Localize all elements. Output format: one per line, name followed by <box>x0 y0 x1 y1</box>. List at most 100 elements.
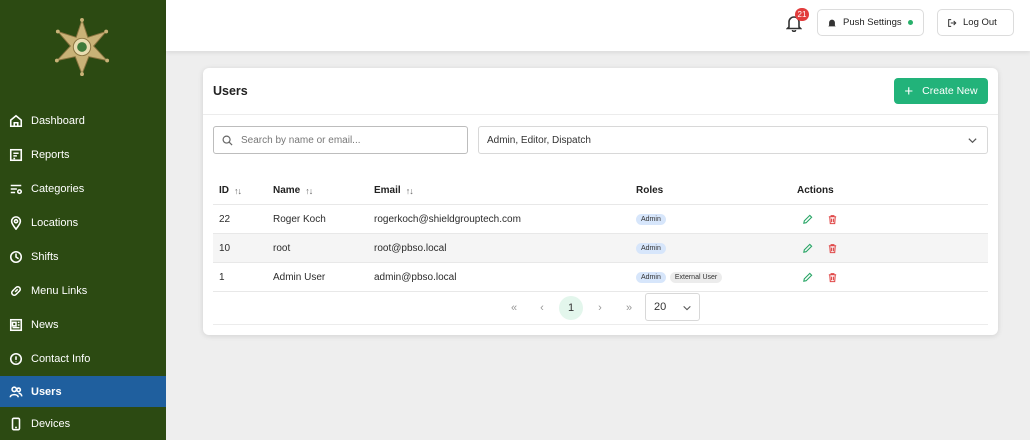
chevron-down-icon <box>968 138 977 144</box>
chevron-down-icon <box>683 305 691 311</box>
header-divider <box>203 114 998 115</box>
sidebar-item-categories[interactable]: Categories <box>0 172 166 206</box>
sidebar-item-locations[interactable]: Locations <box>0 206 166 240</box>
cell-email: admin@pbso.local <box>374 272 457 283</box>
cell-roles: Admin <box>636 205 670 234</box>
delete-icon[interactable] <box>827 214 838 225</box>
cell-id: 22 <box>219 214 231 225</box>
sidebar-item-contact-info[interactable]: Contact Info <box>0 342 166 376</box>
page-title: Users <box>213 84 248 98</box>
column-header-id[interactable]: ID ↑↓ <box>219 176 242 205</box>
categories-icon <box>9 182 23 196</box>
role-badge: Admin <box>636 243 666 254</box>
first-page-button[interactable]: « <box>502 296 526 320</box>
search-icon <box>222 135 233 146</box>
role-badge: Admin <box>636 214 666 225</box>
sidebar-item-label: Dashboard <box>31 115 85 127</box>
table-header-row: ID ↑↓ Name ↑↓ Email ↑↓ Roles Actions <box>213 176 988 205</box>
sidebar-item-menu-links[interactable]: Menu Links <box>0 274 166 308</box>
sidebar-item-label: Locations <box>31 217 79 229</box>
info-icon <box>9 352 23 366</box>
delete-icon[interactable] <box>827 243 838 254</box>
sidebar-item-label: News <box>31 319 59 331</box>
sidebar-item-dashboard[interactable]: Dashboard <box>0 104 166 138</box>
column-header-label: Roles <box>636 185 664 196</box>
rows-per-page-value: 20 <box>654 301 667 313</box>
search-input[interactable] <box>241 134 461 146</box>
column-header-label: ID <box>219 185 229 196</box>
edit-icon[interactable] <box>802 272 813 283</box>
topbar: 21 Push Settings Log Out <box>166 0 1030 51</box>
create-new-label: Create New <box>922 85 978 97</box>
cell-name: Admin User <box>273 272 326 283</box>
cell-email: rogerkoch@shieldgrouptech.com <box>374 214 521 225</box>
sidebar-item-users[interactable]: Users <box>0 376 166 407</box>
location-pin-icon <box>9 216 23 230</box>
users-icon <box>9 385 23 399</box>
column-header-label: Actions <box>797 185 834 196</box>
sidebar: Dashboard Reports Categories Locations S… <box>0 0 166 440</box>
logout-button[interactable]: Log Out <box>937 9 1014 36</box>
cell-actions <box>802 234 852 263</box>
sort-icon: ↑↓ <box>405 185 414 196</box>
sidebar-item-label: Users <box>31 385 62 398</box>
link-icon <box>9 284 23 298</box>
sidebar-item-label: Menu Links <box>31 285 88 297</box>
column-header-actions: Actions <box>797 176 834 205</box>
sidebar-nav: Dashboard Reports Categories Locations S… <box>0 104 166 440</box>
sheriff-badge-logo <box>53 18 111 76</box>
delete-icon[interactable] <box>827 272 838 283</box>
last-page-button[interactable]: » <box>617 296 641 320</box>
sort-icon: ↑↓ <box>234 185 242 196</box>
cell-email: root@pbso.local <box>374 243 447 254</box>
logout-label: Log Out <box>963 17 997 28</box>
footer-divider <box>213 324 988 325</box>
prev-page-button[interactable]: ‹ <box>530 296 554 320</box>
home-icon <box>9 114 23 128</box>
role-badge: Admin <box>636 272 666 283</box>
pagination: « ‹ 1 › » 20 <box>203 292 998 324</box>
sidebar-item-shifts[interactable]: Shifts <box>0 240 166 274</box>
edit-icon[interactable] <box>802 214 813 225</box>
sidebar-item-label: Categories <box>31 183 85 195</box>
report-icon <box>9 148 23 162</box>
users-card: Users + Create New Admin, Editor, Dispat… <box>203 68 998 335</box>
sidebar-item-label: Contact Info <box>31 353 91 365</box>
column-header-label: Email <box>374 185 401 196</box>
plus-icon: + <box>904 82 914 100</box>
clock-icon <box>9 250 23 264</box>
cell-roles: Admin <box>636 234 670 263</box>
next-page-button[interactable]: › <box>588 296 612 320</box>
search-box <box>213 126 468 154</box>
cell-name: Roger Koch <box>273 214 326 225</box>
cell-actions <box>802 263 852 292</box>
edit-icon[interactable] <box>802 243 813 254</box>
push-settings-button[interactable]: Push Settings <box>817 9 924 36</box>
column-header-name[interactable]: Name ↑↓ <box>273 176 313 205</box>
cell-actions <box>802 205 852 234</box>
cell-name: root <box>273 243 291 254</box>
sidebar-item-devices[interactable]: Devices <box>0 407 166 440</box>
sidebar-item-label: Reports <box>31 149 70 161</box>
sidebar-item-label: Shifts <box>31 251 59 263</box>
role-filter-select[interactable]: Admin, Editor, Dispatch <box>478 126 988 154</box>
column-header-roles: Roles <box>636 176 663 205</box>
newspaper-icon <box>9 318 23 332</box>
cell-id: 10 <box>219 243 231 254</box>
bell-small-icon <box>828 19 836 26</box>
create-new-button[interactable]: + Create New <box>894 78 988 104</box>
phone-icon <box>9 417 23 431</box>
rows-per-page-select[interactable]: 20 <box>645 293 700 321</box>
sidebar-item-reports[interactable]: Reports <box>0 138 166 172</box>
table-row: 10 root root@pbso.local Admin <box>213 234 988 263</box>
cell-id: 1 <box>219 272 225 283</box>
cell-roles: Admin External User <box>636 263 726 292</box>
role-badge: External User <box>669 272 723 283</box>
column-header-email[interactable]: Email ↑↓ <box>374 176 414 205</box>
role-filter-value: Admin, Editor, Dispatch <box>487 134 591 146</box>
sidebar-item-news[interactable]: News <box>0 308 166 342</box>
page-button-current[interactable]: 1 <box>559 296 583 320</box>
status-dot <box>907 20 913 25</box>
table-row: 22 Roger Koch rogerkoch@shieldgrouptech.… <box>213 205 988 234</box>
notification-count-badge: 21 <box>795 8 809 21</box>
